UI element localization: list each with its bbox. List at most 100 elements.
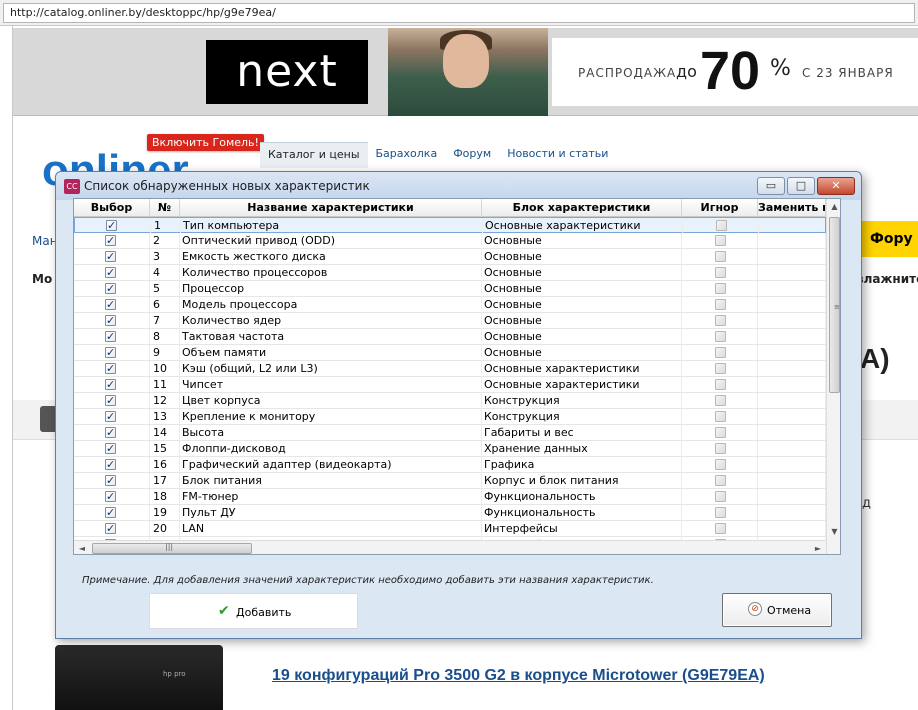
select-checkbox[interactable] bbox=[105, 249, 116, 264]
characteristic-name[interactable]: Количество ядер bbox=[180, 313, 482, 328]
table-row[interactable]: 2Оптический привод (ODD)Основные bbox=[74, 233, 826, 249]
characteristic-name[interactable]: Графический адаптер (видеокарта) bbox=[180, 457, 482, 472]
replace-cell[interactable] bbox=[759, 218, 827, 233]
characteristic-block[interactable]: Интерфейсы bbox=[482, 521, 682, 536]
ignore-checkbox[interactable] bbox=[715, 235, 726, 246]
characteristic-name[interactable]: Флоппи-дисковод bbox=[180, 441, 482, 456]
cancel-button[interactable]: ⊘ Отмена bbox=[722, 593, 832, 627]
table-row[interactable]: 7Количество ядерОсновные bbox=[74, 313, 826, 329]
vertical-scroll-thumb[interactable]: ≡ bbox=[829, 217, 840, 393]
ignore-checkbox[interactable] bbox=[715, 411, 726, 422]
select-checkbox[interactable] bbox=[105, 265, 116, 280]
characteristic-name[interactable]: Тактовая частота bbox=[180, 329, 482, 344]
ignore-checkbox[interactable] bbox=[715, 347, 726, 358]
characteristic-name[interactable]: Процессор bbox=[180, 281, 482, 296]
table-row[interactable]: 12Цвет корпусаКонструкция bbox=[74, 393, 826, 409]
table-row[interactable]: 14ВысотаГабариты и вес bbox=[74, 425, 826, 441]
select-checkbox[interactable] bbox=[105, 297, 116, 312]
characteristic-name[interactable]: Крепление к монитору bbox=[180, 409, 482, 424]
characteristic-block[interactable]: Основные bbox=[482, 249, 682, 264]
close-button[interactable]: ✕ bbox=[817, 177, 855, 195]
characteristic-block[interactable]: Конструкция bbox=[482, 393, 682, 408]
table-row[interactable]: 20LANИнтерфейсы bbox=[74, 521, 826, 537]
ignore-checkbox[interactable] bbox=[715, 299, 726, 310]
ignore-checkbox[interactable] bbox=[715, 459, 726, 470]
maximize-button[interactable]: □ bbox=[787, 177, 815, 195]
characteristic-block[interactable]: Корпус и блок питания bbox=[482, 473, 682, 488]
replace-cell[interactable] bbox=[758, 425, 826, 440]
scroll-right-icon[interactable]: ► bbox=[810, 541, 826, 554]
select-checkbox[interactable] bbox=[105, 281, 116, 296]
replace-cell[interactable] bbox=[758, 361, 826, 376]
characteristic-block[interactable]: Основные bbox=[482, 345, 682, 360]
forum-button[interactable]: Фору bbox=[858, 221, 918, 257]
nav-catalog[interactable]: Каталог и цены bbox=[260, 142, 368, 168]
replace-cell[interactable] bbox=[758, 297, 826, 312]
table-row[interactable]: 17Блок питанияКорпус и блок питания bbox=[74, 473, 826, 489]
replace-cell[interactable] bbox=[758, 473, 826, 488]
nav-flea-market[interactable]: Барахолка bbox=[368, 142, 446, 168]
ignore-checkbox[interactable] bbox=[715, 331, 726, 342]
characteristic-name[interactable]: Оптический привод (ODD) bbox=[180, 233, 482, 248]
ignore-checkbox[interactable] bbox=[715, 267, 726, 278]
characteristic-name[interactable]: FM-тюнер bbox=[180, 489, 482, 504]
replace-cell[interactable] bbox=[758, 409, 826, 424]
characteristic-block[interactable]: Основные характеристики bbox=[482, 377, 682, 392]
ignore-checkbox[interactable] bbox=[715, 315, 726, 326]
replace-cell[interactable] bbox=[758, 313, 826, 328]
table-row[interactable]: 15Флоппи-дисководХранение данных bbox=[74, 441, 826, 457]
replace-cell[interactable] bbox=[758, 505, 826, 520]
characteristic-block[interactable]: Графика bbox=[482, 457, 682, 472]
replace-cell[interactable] bbox=[758, 393, 826, 408]
table-row[interactable]: 13Крепление к мониторуКонструкция bbox=[74, 409, 826, 425]
characteristic-block[interactable]: Хранение данных bbox=[482, 441, 682, 456]
product-link[interactable]: 19 конфигураций Pro 3500 G2 в корпусе Mi… bbox=[272, 667, 765, 685]
select-checkbox[interactable] bbox=[105, 377, 116, 392]
table-row[interactable]: 10Кэш (общий, L2 или L3)Основные характе… bbox=[74, 361, 826, 377]
table-row[interactable]: 4Количество процессоровОсновные bbox=[74, 265, 826, 281]
characteristic-name[interactable]: Чипсет bbox=[180, 377, 482, 392]
ignore-checkbox[interactable] bbox=[715, 475, 726, 486]
characteristic-name[interactable]: Тип компьютера bbox=[181, 218, 483, 233]
horizontal-scroll-thumb[interactable]: ||| bbox=[92, 542, 252, 554]
ignore-checkbox[interactable] bbox=[716, 220, 727, 231]
ignore-checkbox[interactable] bbox=[715, 507, 726, 518]
characteristic-block[interactable]: Конструкция bbox=[482, 409, 682, 424]
replace-cell[interactable] bbox=[758, 457, 826, 472]
select-checkbox[interactable] bbox=[105, 521, 116, 536]
select-checkbox[interactable] bbox=[105, 425, 116, 440]
characteristic-block[interactable]: Габариты и вес bbox=[482, 425, 682, 440]
replace-cell[interactable] bbox=[758, 377, 826, 392]
characteristic-name[interactable]: Пульт ДУ bbox=[180, 505, 482, 520]
scroll-left-icon[interactable]: ◄ bbox=[74, 541, 90, 554]
characteristic-name[interactable]: Высота bbox=[180, 425, 482, 440]
scroll-up-icon[interactable]: ▲ bbox=[827, 199, 840, 215]
table-row[interactable]: 9Объем памятиОсновные bbox=[74, 345, 826, 361]
select-checkbox[interactable] bbox=[105, 329, 116, 344]
select-checkbox[interactable] bbox=[105, 441, 116, 456]
nav-forum[interactable]: Форум bbox=[445, 142, 499, 168]
select-checkbox[interactable] bbox=[105, 361, 116, 376]
select-checkbox[interactable] bbox=[105, 393, 116, 408]
select-checkbox[interactable] bbox=[105, 505, 116, 520]
table-row[interactable]: 8Тактовая частотаОсновные bbox=[74, 329, 826, 345]
characteristic-block[interactable]: Основные характеристики bbox=[483, 218, 683, 233]
characteristic-name[interactable]: Количество процессоров bbox=[180, 265, 482, 280]
table-row[interactable]: 18FM-тюнерФункциональность bbox=[74, 489, 826, 505]
select-checkbox[interactable] bbox=[106, 218, 117, 233]
minimize-button[interactable]: ▭ bbox=[757, 177, 785, 195]
add-button[interactable]: ✔ Добавить bbox=[149, 593, 358, 629]
characteristic-name[interactable]: Цвет корпуса bbox=[180, 393, 482, 408]
nav-news[interactable]: Новости и статьи bbox=[499, 142, 616, 168]
table-row[interactable]: 5ПроцессорОсновные bbox=[74, 281, 826, 297]
characteristic-block[interactable]: Функциональность bbox=[482, 489, 682, 504]
characteristic-name[interactable]: Кэш (общий, L2 или L3) bbox=[180, 361, 482, 376]
col-num-header[interactable]: № bbox=[150, 199, 180, 217]
url-field[interactable]: http://catalog.onliner.by/desktoppc/hp/g… bbox=[3, 3, 915, 23]
ignore-checkbox[interactable] bbox=[715, 283, 726, 294]
table-row[interactable]: 16Графический адаптер (видеокарта)График… bbox=[74, 457, 826, 473]
ignore-checkbox[interactable] bbox=[715, 251, 726, 262]
ignore-checkbox[interactable] bbox=[715, 379, 726, 390]
replace-cell[interactable] bbox=[758, 345, 826, 360]
select-checkbox[interactable] bbox=[105, 345, 116, 360]
